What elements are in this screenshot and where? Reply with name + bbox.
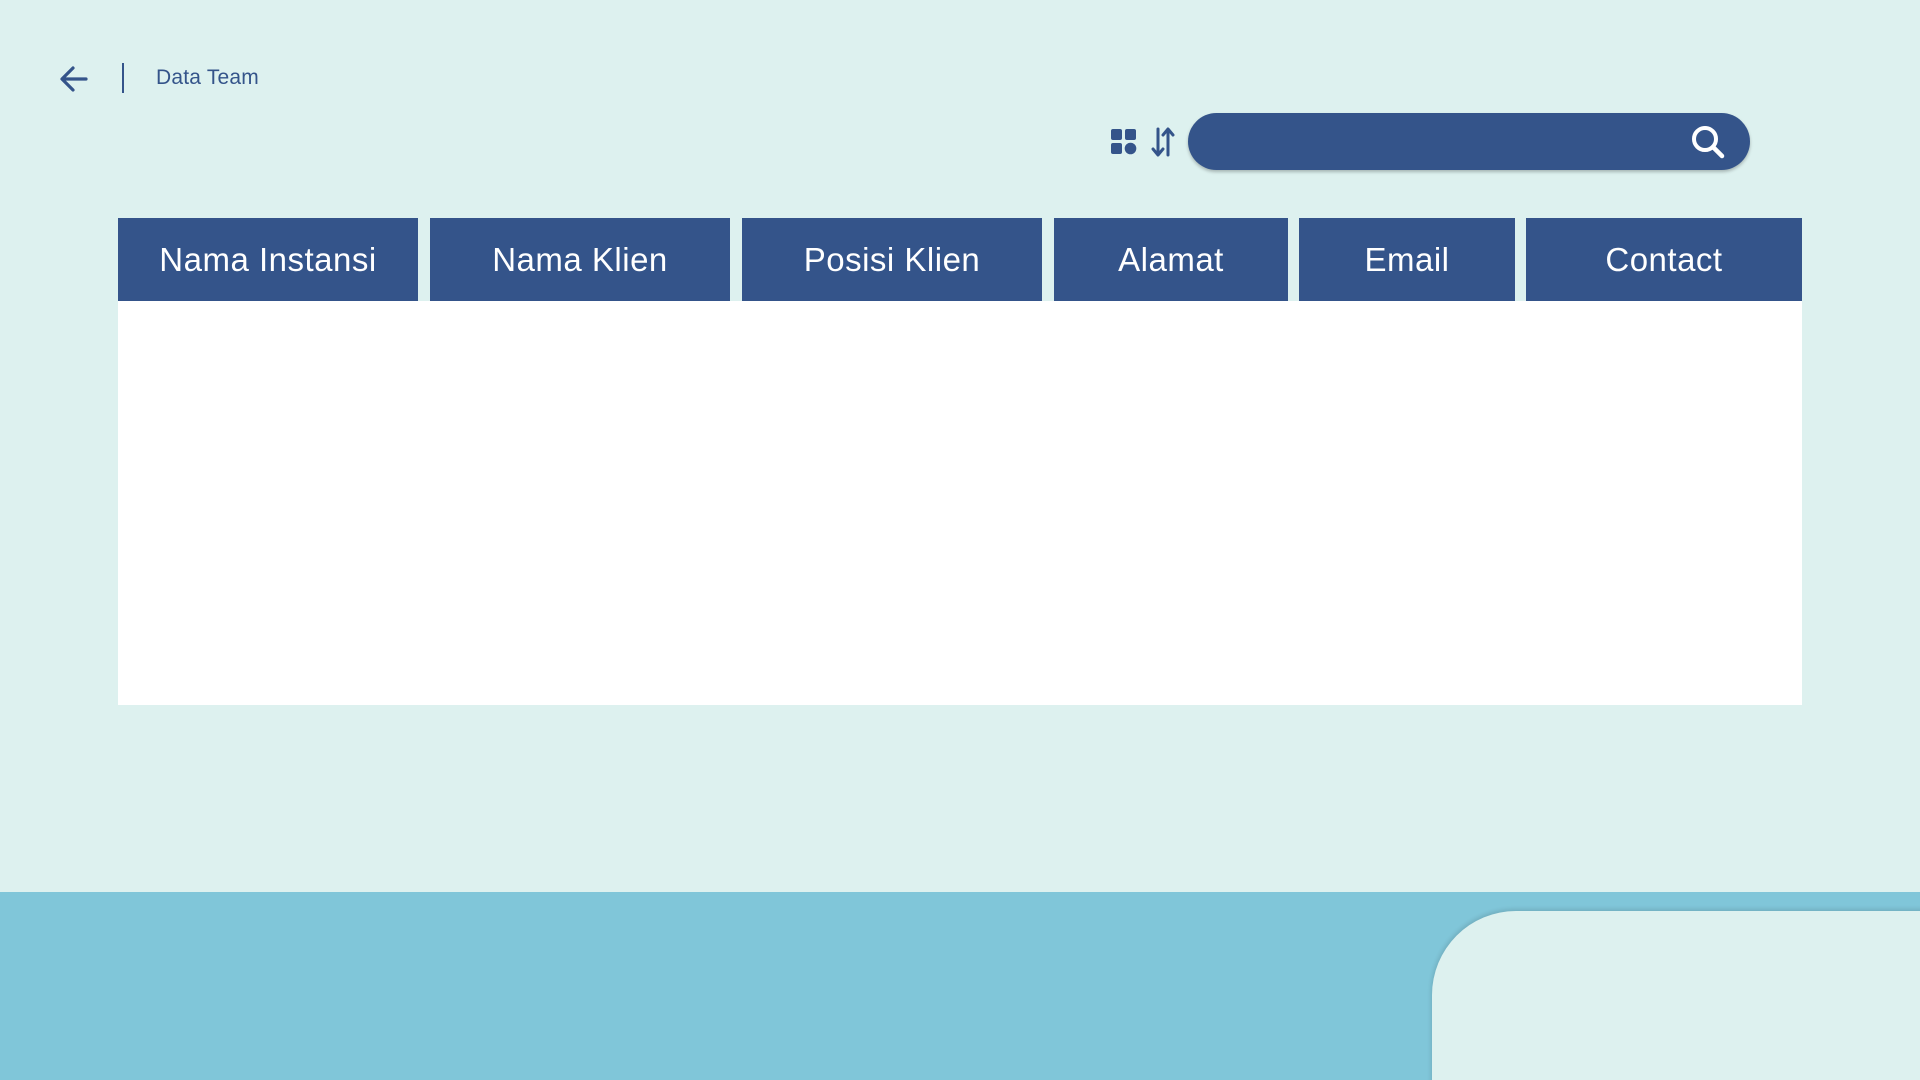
column-header-email[interactable]: Email	[1299, 218, 1515, 301]
data-table: Nama Instansi Nama Klien Posisi Klien Al…	[118, 218, 1802, 705]
breadcrumb-divider	[122, 63, 124, 93]
table-header: Nama Instansi Nama Klien Posisi Klien Al…	[118, 218, 1802, 301]
column-header-posisi-klien[interactable]: Posisi Klien	[742, 218, 1042, 301]
column-header-alamat[interactable]: Alamat	[1054, 218, 1288, 301]
search-icon[interactable]	[1690, 124, 1726, 160]
column-header-contact[interactable]: Contact	[1526, 218, 1802, 301]
grid-view-icon[interactable]	[1110, 128, 1138, 156]
column-header-nama-instansi[interactable]: Nama Instansi	[118, 218, 418, 301]
footer-card	[1432, 911, 1920, 1080]
sort-icon[interactable]	[1150, 126, 1176, 158]
page-title: Data Team	[156, 66, 259, 89]
arrow-left-icon	[60, 66, 88, 92]
search-bar	[1188, 113, 1750, 172]
search-input[interactable]	[1216, 113, 1660, 172]
table-body	[118, 301, 1802, 705]
page: Data Team Nama Instansi Nama Klien Posis…	[0, 0, 1920, 1080]
column-header-nama-klien[interactable]: Nama Klien	[430, 218, 730, 301]
back-button[interactable]	[56, 62, 92, 96]
